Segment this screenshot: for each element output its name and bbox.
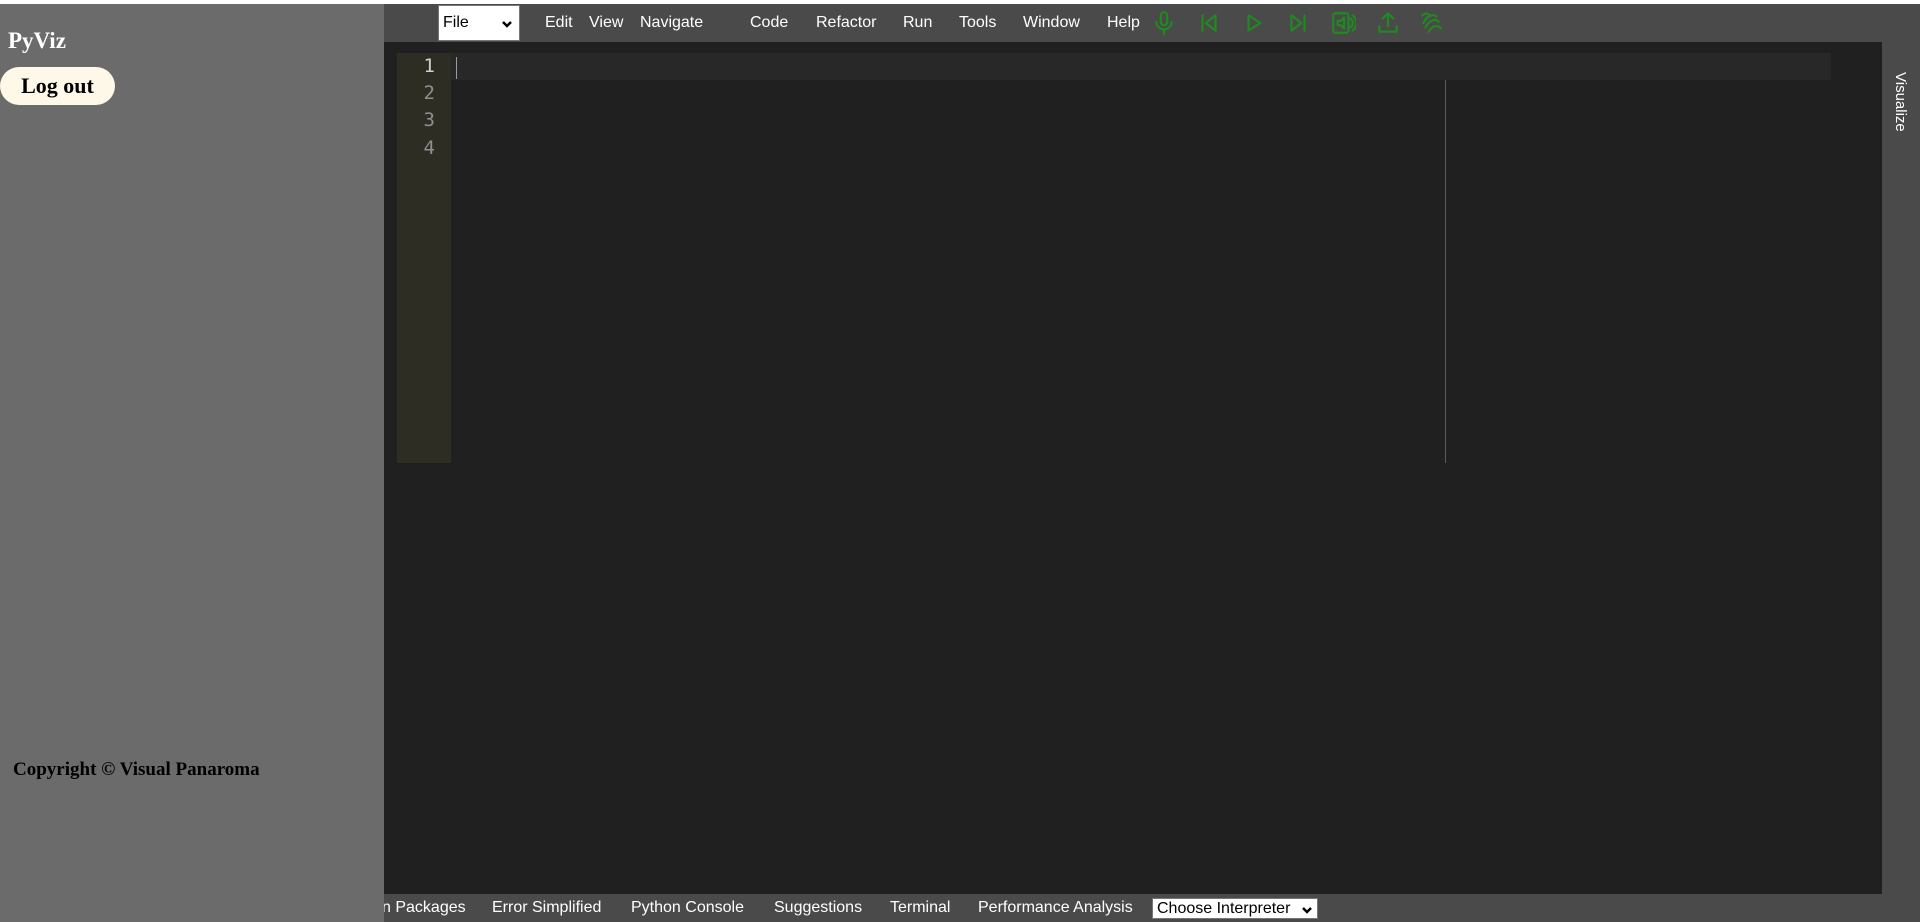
file-menu-select[interactable]: File (438, 5, 520, 41)
logout-button[interactable]: Log out (0, 67, 115, 105)
line-number: 4 (423, 137, 435, 159)
play-icon[interactable] (1240, 9, 1268, 37)
tab-python-console[interactable]: Python Console (631, 894, 744, 922)
menu-navigate[interactable]: Navigate (640, 4, 703, 42)
text-cursor (456, 57, 457, 79)
sidebar: PyViz Log out Copyright © Visual Panarom… (0, 4, 384, 922)
active-line-highlight (451, 53, 1831, 80)
microphone-icon[interactable] (1150, 9, 1178, 37)
line-number: 3 (423, 109, 435, 131)
line-number: 2 (423, 82, 435, 104)
ide-main: File Edit View Navigate Code Refactor Ru… (384, 4, 1920, 922)
visualize-panel-tab[interactable]: Visualize (1882, 42, 1920, 894)
menu-view[interactable]: View (589, 4, 623, 42)
print-margin-line (1445, 80, 1446, 463)
interpreter-select-value: Choose Interpreter (1157, 899, 1291, 917)
tab-terminal[interactable]: Terminal (890, 894, 950, 922)
visualize-tab-label[interactable]: Visualize (1892, 72, 1909, 132)
step-back-icon[interactable] (1195, 9, 1223, 37)
menu-tools[interactable]: Tools (959, 4, 996, 42)
file-menu-value: File (443, 14, 469, 31)
tab-error-simplified[interactable]: Error Simplified (492, 894, 601, 922)
gesture-icon[interactable] (1418, 9, 1446, 37)
menu-edit[interactable]: Edit (545, 4, 573, 42)
copyright-text: Copyright © Visual Panaroma (13, 759, 260, 780)
menu-run[interactable]: Run (903, 4, 932, 42)
bottom-toolbar: n Packages Error Simplified Python Conso… (384, 894, 1920, 922)
line-number: 1 (423, 55, 435, 77)
menubar: File Edit View Navigate Code Refactor Ru… (384, 4, 1920, 42)
speak-icon[interactable] (1329, 9, 1357, 37)
menu-window[interactable]: Window (1023, 4, 1080, 42)
brand-title: PyViz (8, 28, 66, 53)
step-forward-icon[interactable] (1284, 9, 1312, 37)
menu-code[interactable]: Code (750, 4, 788, 42)
menu-refactor[interactable]: Refactor (816, 4, 876, 42)
upload-icon[interactable] (1374, 9, 1402, 37)
menu-help[interactable]: Help (1107, 4, 1140, 42)
chevron-down-icon (501, 17, 513, 29)
interpreter-select[interactable]: Choose Interpreter (1152, 898, 1318, 919)
code-editor[interactable]: 1 2 3 4 (384, 42, 1882, 894)
tab-suggestions[interactable]: Suggestions (774, 894, 862, 922)
tab-performance-analysis[interactable]: Performance Analysis (978, 894, 1133, 922)
line-number-gutter: 1 2 3 4 (397, 53, 451, 463)
tab-packages[interactable]: n Packages (384, 894, 466, 922)
chevron-down-icon (1301, 903, 1313, 915)
